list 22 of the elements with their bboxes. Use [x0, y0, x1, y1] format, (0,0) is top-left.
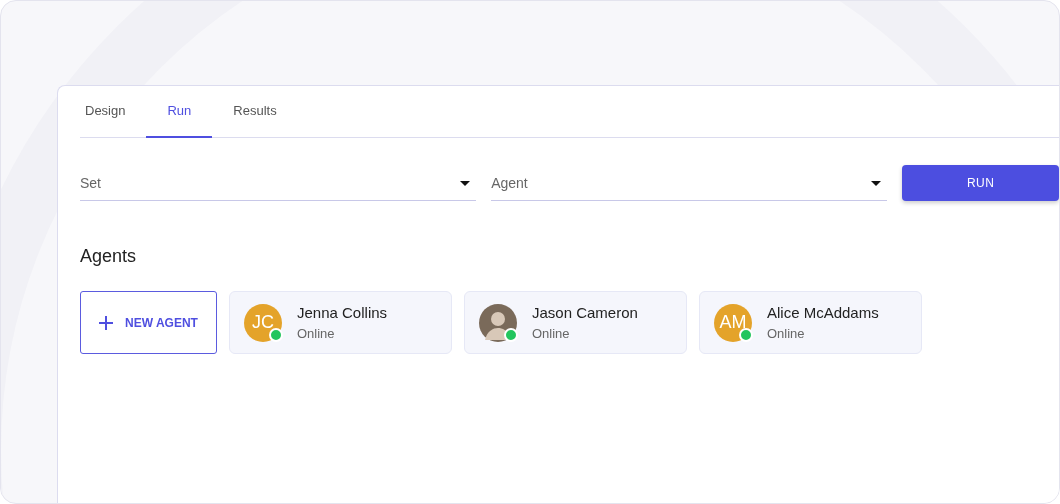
- tab[interactable]: Design: [80, 86, 147, 138]
- agent-name: Jenna Collins: [297, 302, 388, 323]
- caret-icon: [871, 181, 882, 186]
- agent-card[interactable]: Jason Cameron Online: [464, 291, 687, 354]
- agent-name: Jason Cameron: [532, 302, 638, 323]
- new-agent-button[interactable]: NEW AGENT: [80, 291, 217, 354]
- avatar: AM: [714, 303, 752, 342]
- agent-status: Online: [297, 325, 336, 343]
- agent-status: Online: [767, 325, 806, 343]
- run-button[interactable]: RUN: [902, 165, 1059, 201]
- caret-icon: [460, 181, 471, 186]
- section-title: Agents: [80, 245, 138, 268]
- avatar: JC: [244, 303, 282, 342]
- agent-name: Alice McAddams: [767, 302, 879, 323]
- agent-status: Online: [532, 325, 571, 343]
- agent-card[interactable]: AM Alice McAddams Online: [699, 291, 922, 354]
- select-field[interactable]: Set: [80, 167, 477, 201]
- select-field[interactable]: Agent: [491, 167, 888, 201]
- plus-icon: [99, 315, 114, 330]
- tab[interactable]: Results: [212, 86, 298, 138]
- agent-card[interactable]: JC Jenna Collins Online: [229, 291, 452, 354]
- tab[interactable]: Run: [146, 86, 213, 138]
